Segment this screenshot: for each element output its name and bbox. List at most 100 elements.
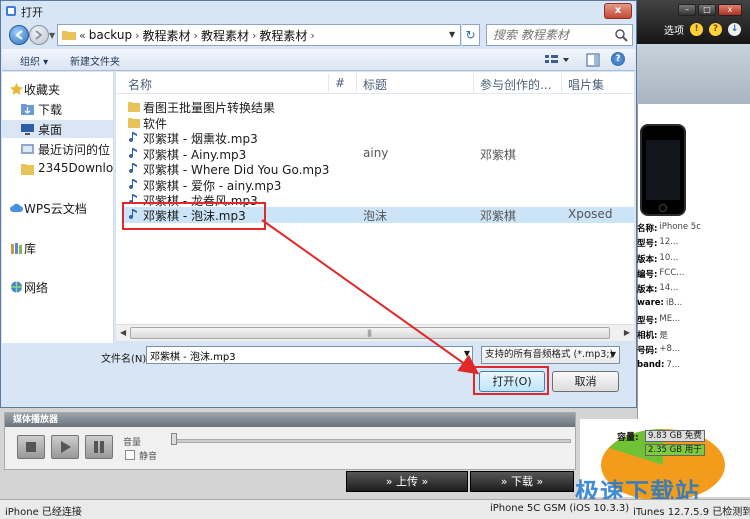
device-info-row: 型号: ME...: [637, 314, 750, 329]
options-label[interactable]: 选项: [664, 22, 684, 37]
chevron-right-icon[interactable]: ›: [194, 29, 198, 42]
list-item[interactable]: 邓紫棋 - Where Did You Go.mp3: [124, 161, 634, 177]
file-title: 泡沫: [363, 209, 388, 223]
column-name[interactable]: 名称: [128, 76, 152, 93]
music-note-icon: [129, 147, 137, 158]
list-item[interactable]: 邓紫棋 - Ainy.mp3 ainy 邓紫棋: [124, 146, 634, 162]
iphone-image: [640, 124, 686, 216]
chevron-right-icon[interactable]: ›: [135, 29, 139, 42]
minimize-icon[interactable]: –: [678, 4, 696, 16]
forward-button[interactable]: [29, 25, 49, 45]
list-item[interactable]: 邓紫琪 - 烟熏妆.mp3: [124, 130, 634, 146]
breadcrumb-overflow[interactable]: «: [79, 29, 86, 42]
close-icon[interactable]: x: [718, 4, 742, 16]
maximize-icon[interactable]: □: [698, 4, 716, 16]
forward-arrow-icon: [35, 30, 43, 40]
device-info-key: 版本:: [637, 285, 658, 296]
volume-slider-thumb[interactable]: [171, 433, 177, 445]
device-info-value: +8...: [659, 344, 681, 355]
mute-checkbox[interactable]: [125, 450, 135, 460]
view-options-icon[interactable]: [543, 53, 571, 67]
search-box[interactable]: [486, 24, 633, 46]
scroll-left-icon[interactable]: ◀: [120, 328, 126, 337]
scrollbar-thumb[interactable]: |||: [130, 327, 610, 339]
column-album[interactable]: 唱片集: [568, 76, 604, 93]
folder-icon: [128, 102, 140, 112]
open-file-dialog: 打开 x ▼ « backup › 教程素材 › 教程素材 › 教程素材 › ▼…: [0, 0, 637, 408]
address-bar[interactable]: « backup › 教程素材 › 教程素材 › 教程素材 ›: [57, 24, 461, 46]
open-button-highlight: [473, 366, 549, 395]
download-button[interactable]: » 下载 »: [470, 471, 574, 492]
star-icon: [10, 83, 23, 95]
volume-slider[interactable]: [173, 439, 571, 443]
device-info-key: band:: [637, 359, 665, 370]
nav-network[interactable]: 网络: [2, 278, 113, 296]
nav-2345downloads[interactable]: 2345Downlo: [2, 160, 113, 178]
device-info-value: 10...: [659, 252, 679, 263]
organize-button[interactable]: 组织 ▾: [20, 53, 48, 68]
nav-library[interactable]: 库: [2, 239, 113, 257]
stop-button[interactable]: [17, 435, 45, 459]
chevron-right-icon[interactable]: ›: [310, 29, 314, 42]
file-name: 邓紫棋 - Where Did You Go.mp3: [143, 163, 330, 177]
upload-button[interactable]: » 上传 »: [346, 471, 468, 492]
file-name: 看图王批量图片转换结果: [143, 101, 276, 115]
filename-input[interactable]: [147, 347, 457, 363]
address-dropdown-icon[interactable]: ▼: [449, 30, 455, 39]
device-info-value: 14...: [659, 283, 679, 294]
device-info-key: 型号:: [637, 315, 658, 326]
filetype-select[interactable]: 支持的所有音频格式 (*.mp3;) ▼: [481, 346, 620, 364]
column-artist[interactable]: 参与创作的...: [480, 76, 551, 93]
cloud-icon: [10, 203, 23, 212]
nav-recent[interactable]: 最近访问的位: [2, 140, 113, 158]
nav-desktop[interactable]: 桌面: [2, 120, 113, 138]
search-input[interactable]: [493, 25, 617, 45]
breadcrumb-item[interactable]: 教程素材: [143, 27, 191, 44]
navigation-pane: 收藏夹 下载 桌面 最近访问的位 2345Downlo WPS云文档 库 网络: [2, 72, 114, 343]
new-folder-button[interactable]: 新建文件夹: [70, 53, 120, 68]
filename-field[interactable]: ▼: [146, 346, 473, 364]
file-name: 邓紫琪 - 烟熏妆.mp3: [143, 132, 258, 146]
file-name: 邓紫棋 - Ainy.mp3: [143, 147, 247, 162]
device-info-row: 名称: iPhone 5c: [637, 222, 750, 237]
list-item[interactable]: 软件: [124, 115, 634, 131]
file-artist: 邓紫棋: [480, 147, 517, 162]
device-info-row: 号码: +8...: [637, 344, 750, 359]
refresh-button[interactable]: ↻: [462, 24, 480, 46]
help-icon[interactable]: ?: [709, 23, 722, 36]
list-item[interactable]: 邓紫棋 - 爱你 - ainy.mp3: [124, 177, 634, 193]
music-note-icon: [129, 163, 137, 174]
horizontal-scrollbar[interactable]: ◀ ||| ▶: [116, 324, 634, 341]
chevron-down-icon[interactable]: ▼: [464, 349, 470, 358]
column-number[interactable]: #: [335, 76, 345, 90]
download-icon[interactable]: ↓: [728, 23, 741, 36]
help-button[interactable]: ?: [611, 52, 625, 66]
nav-downloads[interactable]: 下载: [2, 100, 113, 118]
nav-favorites[interactable]: 收藏夹: [2, 80, 113, 98]
dialog-close-button[interactable]: x: [604, 3, 632, 19]
breadcrumb-item[interactable]: backup: [89, 28, 132, 42]
device-info-key: 编号:: [637, 269, 658, 280]
filetype-value: 支持的所有音频格式 (*.mp3;): [485, 349, 614, 360]
preview-pane-icon[interactable]: [586, 53, 600, 67]
folder-icon: [21, 164, 34, 175]
pause-button[interactable]: [85, 435, 113, 459]
chevron-right-icon[interactable]: ›: [252, 29, 256, 42]
breadcrumb-item[interactable]: 教程素材: [201, 27, 249, 44]
filename-label: 文件名(N):: [101, 354, 150, 365]
column-title[interactable]: 标题: [363, 76, 387, 93]
device-info-key: 版本:: [637, 254, 658, 265]
back-button[interactable]: [9, 25, 29, 45]
stop-icon: [26, 442, 36, 452]
scroll-right-icon[interactable]: ▶: [624, 328, 630, 337]
file-artist: 邓紫棋: [480, 209, 517, 223]
device-status: iPhone 5C GSM (iOS 10.3.3): [490, 503, 630, 514]
warning-icon[interactable]: !: [690, 23, 703, 36]
breadcrumb-item[interactable]: 教程素材: [259, 27, 307, 44]
play-button[interactable]: [51, 435, 79, 459]
history-dropdown-icon[interactable]: ▼: [49, 31, 55, 40]
nav-wps-cloud[interactable]: WPS云文档: [2, 199, 113, 217]
list-item[interactable]: 看图王批量图片转换结果: [124, 99, 634, 115]
dialog-title-bar: 打开 x: [1, 1, 636, 21]
cancel-button[interactable]: 取消: [552, 371, 619, 392]
